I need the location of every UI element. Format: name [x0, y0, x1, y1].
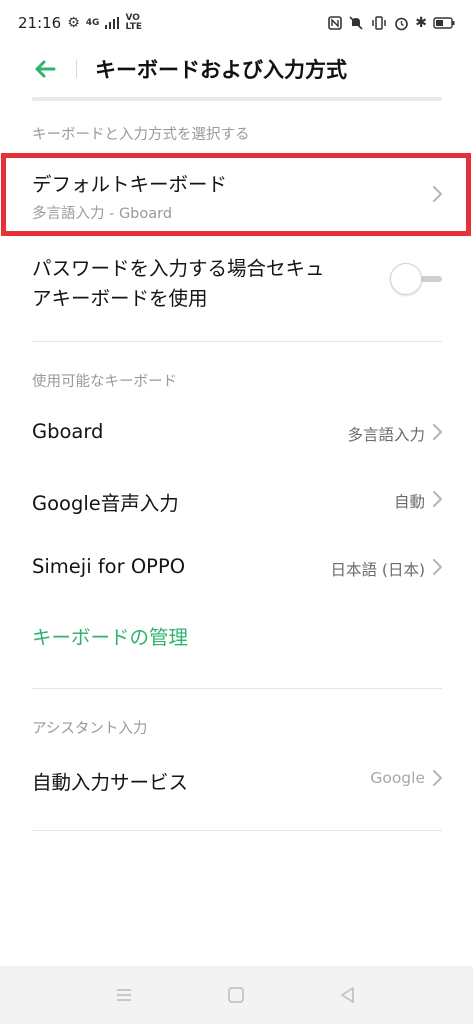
autofill-service-value: Google [370, 769, 425, 787]
keyboard-row-gboard[interactable]: Gboard 多言語入力 [0, 410, 473, 456]
secure-keyboard-toggle[interactable] [390, 263, 442, 295]
keyboard-name: Gboard [32, 420, 104, 443]
secure-keyboard-label-line2: アキーボードを使用 [32, 287, 208, 310]
vibrate-icon [372, 16, 387, 30]
volte-indicator: VO LTE [125, 14, 142, 32]
section-divider [32, 830, 442, 831]
mute-bell-icon [349, 16, 363, 30]
toggle-knob [390, 263, 422, 295]
keyboard-name: Google音声入力 [32, 492, 179, 515]
screen: 21:16 ⚙ 4G VO LTE ✱ キーボードおよび入力方式 キーボードと入… [0, 0, 473, 1024]
header-bottom-rule [32, 97, 442, 101]
page-title: キーボードおよび入力方式 [95, 58, 347, 82]
section-label-assistant: アシスタント入力 [32, 721, 148, 737]
chevron-right-icon [433, 770, 442, 786]
keyboard-value: 日本語 (日本) [330, 561, 425, 579]
network-type-label: 4G [85, 17, 100, 28]
volte-bottom-label: LTE [125, 22, 142, 32]
alarm-clock-icon [395, 17, 409, 30]
app-header: キーボードおよび入力方式 [0, 46, 473, 92]
section-label-available: 使用可能なキーボード [32, 374, 177, 390]
menu-icon[interactable] [112, 983, 136, 1007]
settings-gear-icon: ⚙ [67, 15, 80, 31]
keyboard-value: 多言語入力 [347, 426, 425, 444]
keyboard-row-simeji[interactable]: Simeji for OPPO 日本語 (日本) [0, 545, 473, 591]
chevron-right-icon [433, 424, 442, 440]
status-time: 21:16 [18, 14, 62, 32]
battery-icon [433, 17, 455, 29]
back-triangle-icon[interactable] [336, 983, 360, 1007]
chevron-right-icon [433, 559, 442, 575]
keyboard-name: Simeji for OPPO [32, 555, 186, 578]
system-nav-bar [0, 966, 473, 1024]
back-arrow-icon [35, 60, 56, 78]
highlight-box [1, 153, 471, 236]
section-divider [32, 341, 442, 342]
nfc-icon [328, 16, 343, 30]
status-right: ✱ [328, 15, 455, 31]
status-left: 21:16 ⚙ 4G VO LTE [18, 14, 142, 33]
manage-keyboards-link[interactable]: キーボードの管理 [32, 621, 188, 650]
home-icon[interactable] [224, 983, 248, 1007]
section-divider [32, 688, 442, 689]
keyboard-value: 自動 [393, 493, 425, 511]
autofill-service-title: 自動入力サービス [32, 771, 189, 794]
section-label-select: キーボードと入力方式を選択する [32, 127, 250, 143]
keyboard-row-google-voice[interactable]: Google音声入力 自動 [0, 477, 473, 523]
header-divider [76, 60, 77, 78]
chevron-right-icon [433, 491, 442, 507]
secure-keyboard-label-line1: パスワードを入力する場合セキュ [32, 257, 325, 280]
status-bar: 21:16 ⚙ 4G VO LTE ✱ [0, 0, 473, 46]
autofill-service-row[interactable]: 自動入力サービス Google [0, 756, 473, 802]
signal-strength-icon [105, 17, 120, 29]
bluetooth-icon: ✱ [415, 15, 427, 31]
back-button[interactable] [28, 52, 62, 86]
